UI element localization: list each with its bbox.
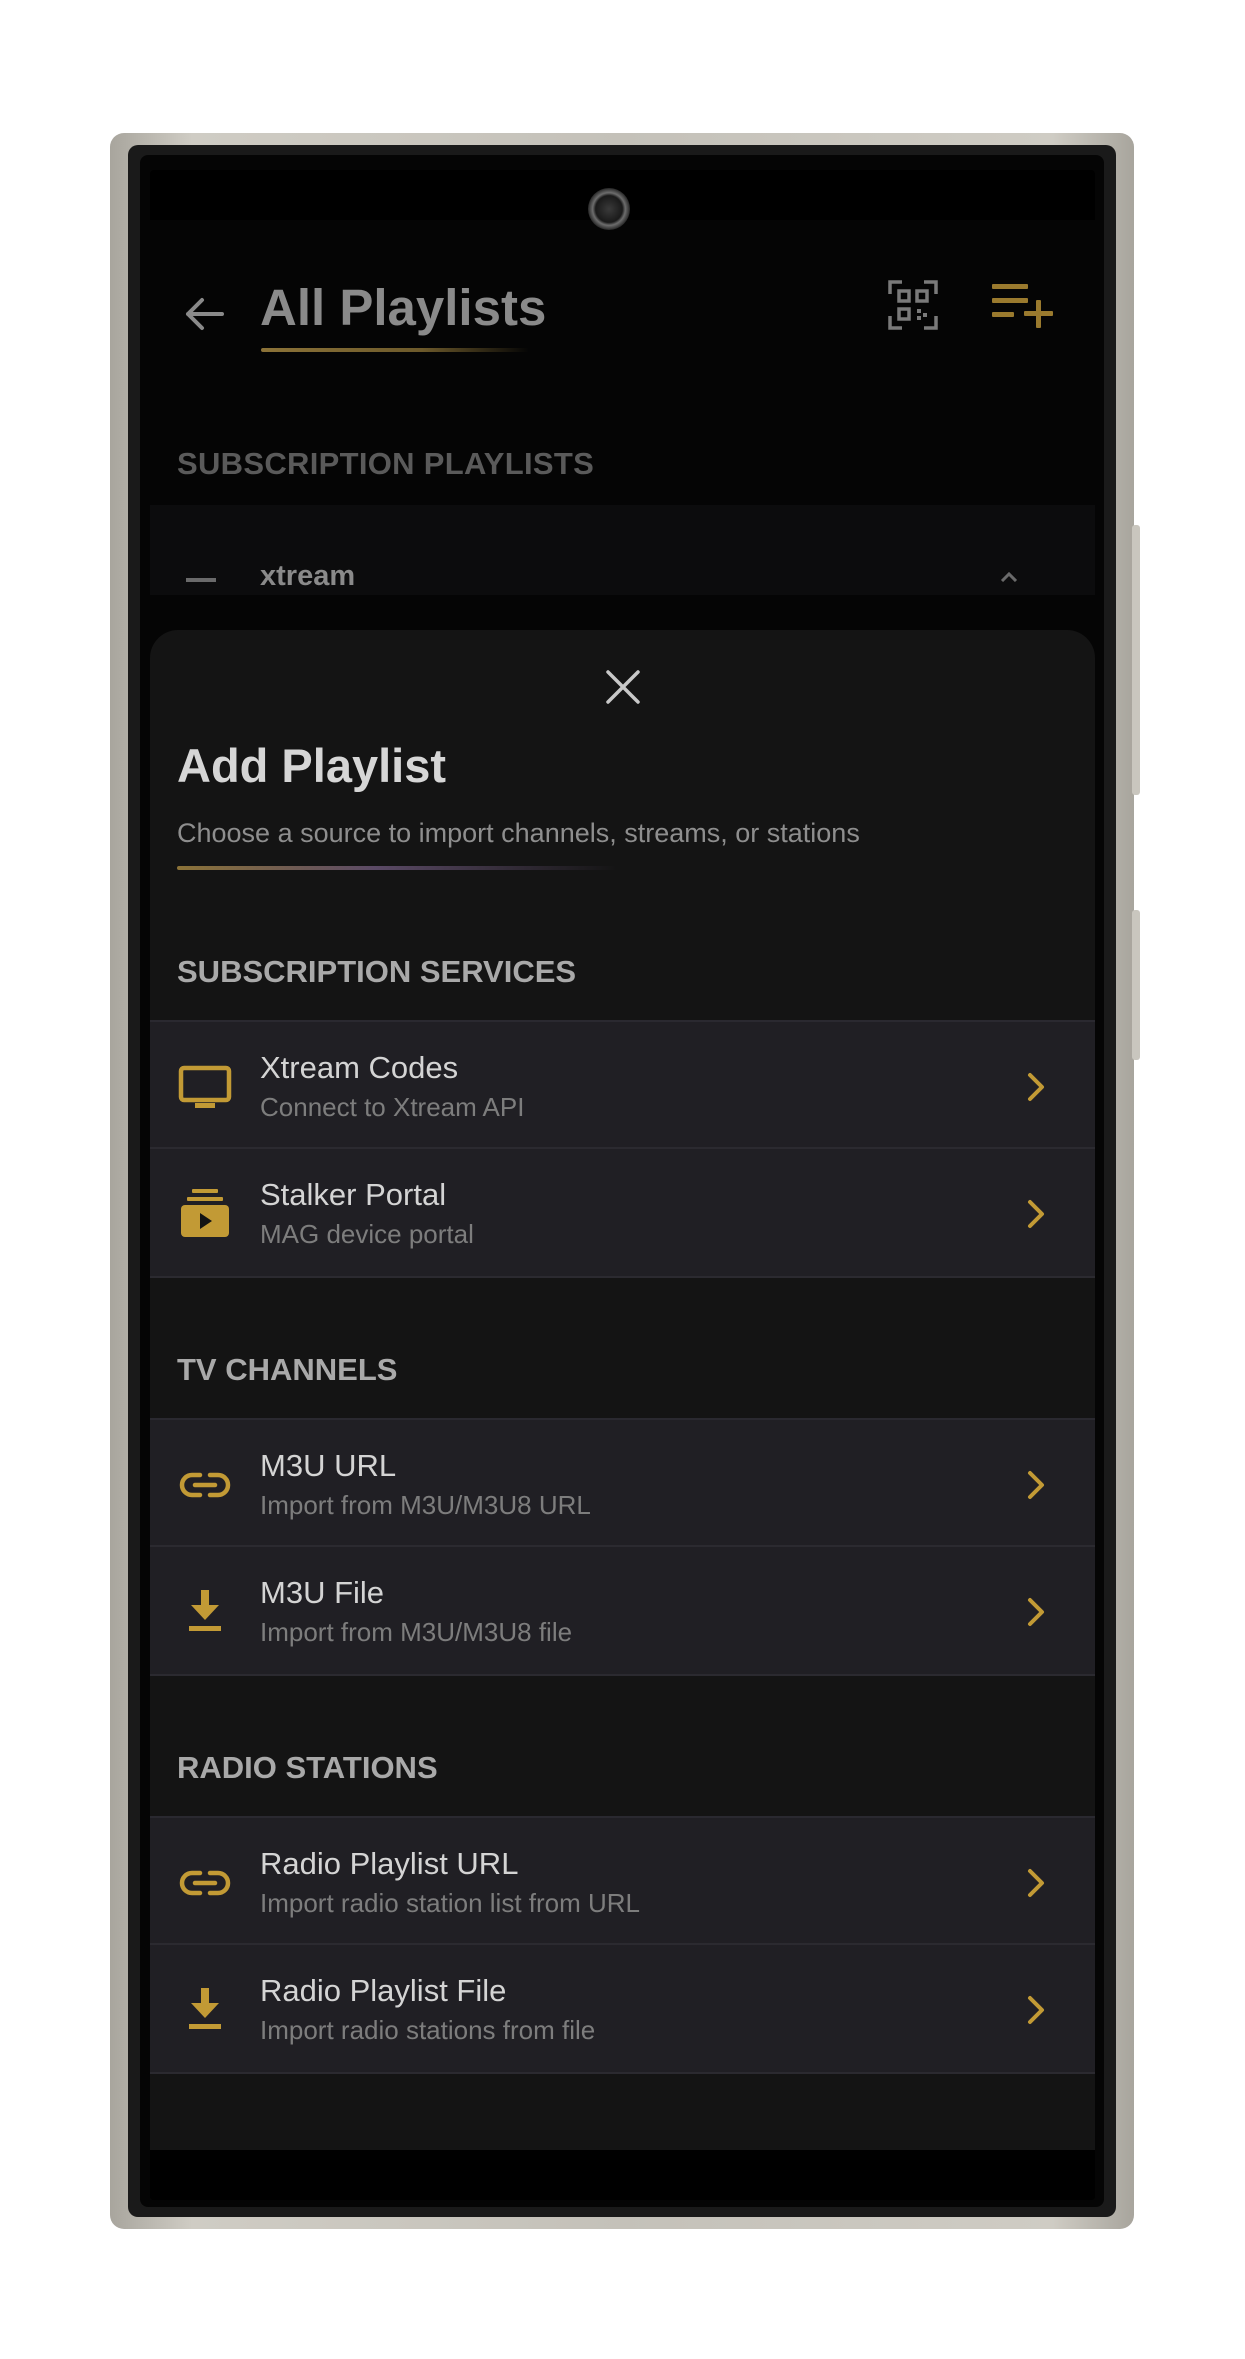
download-icon [189,1590,221,1631]
option-m3u-url[interactable]: M3U URL Import from M3U/M3U8 URL [150,1418,1095,1547]
all-playlists-screen: All Playlists SUBSCRIPTION PLAYLISTS xtr… [150,220,1095,2200]
drag-handle-icon [186,578,216,582]
section-title-radio-stations: RADIO STATIONS [177,1750,438,1785]
portal-icon [181,1189,229,1237]
chevron-up-icon [1000,572,1018,582]
option-m3u-file[interactable]: M3U File Import from M3U/M3U8 file [150,1547,1095,1676]
page-title: All Playlists [260,279,547,336]
qr-code-icon[interactable] [888,280,938,330]
close-icon[interactable] [596,660,650,714]
link-icon [179,1472,231,1498]
option-radio-playlist-file[interactable]: Radio Playlist File Import radio station… [150,1945,1095,2074]
download-icon [189,1988,221,2029]
option-subtitle: MAG device portal [260,1219,474,1249]
add-playlist-sheet: Add Playlist Choose a source to import c… [150,630,1095,2190]
power-button [1132,910,1140,1060]
option-subtitle: Import from M3U/M3U8 file [260,1617,573,1647]
option-subtitle: Connect to Xtream API [260,1092,525,1122]
chevron-right-icon [1028,1471,1044,1499]
navigation-bar [150,2150,1095,2200]
sheet-subtitle: Choose a source to import channels, stre… [177,818,860,848]
option-subtitle: Import from M3U/M3U8 URL [260,1490,591,1520]
option-title: M3U URL [260,1448,397,1483]
tv-icon [178,1065,232,1108]
option-title: Xtream Codes [260,1050,459,1085]
chevron-right-icon [1028,1200,1044,1228]
row-divider [150,2072,1095,2074]
playlist-add-icon[interactable] [992,282,1054,330]
back-arrow-icon[interactable] [182,292,226,336]
option-subtitle: Import radio station list from URL [260,1888,641,1918]
link-icon [179,1870,231,1896]
subscription-playlists-label: SUBSCRIPTION PLAYLISTS [177,446,595,481]
volume-button [1132,525,1140,795]
chevron-right-icon [1028,1073,1044,1101]
title-underline [261,348,529,352]
chevron-right-icon [1028,1869,1044,1897]
section-title-tv-channels: TV CHANNELS [177,1352,398,1387]
row-divider [150,1276,1095,1278]
option-subtitle: Import radio stations from file [260,2015,596,2045]
option-title: Stalker Portal [260,1177,447,1212]
option-title: Radio Playlist File [260,1973,507,2008]
phone-screen: All Playlists SUBSCRIPTION PLAYLISTS xtr… [150,170,1095,2200]
option-title: M3U File [260,1575,385,1610]
top-app-bar: All Playlists [150,220,1095,390]
chevron-right-icon [1028,1996,1044,2024]
section-title-subscription-services: SUBSCRIPTION SERVICES [177,954,577,989]
chevron-right-icon [1028,1598,1044,1626]
front-camera [588,188,630,230]
sheet-accent-line [177,866,617,870]
option-stalker-portal[interactable]: Stalker Portal MAG device portal [150,1149,1095,1278]
sheet-title: Add Playlist [177,739,447,792]
row-divider [150,1674,1095,1676]
option-xtream-codes[interactable]: Xtream Codes Connect to Xtream API [150,1020,1095,1149]
playlist-item-name: xtream [260,560,356,592]
option-title: Radio Playlist URL [260,1846,519,1881]
option-radio-playlist-url[interactable]: Radio Playlist URL Import radio station … [150,1816,1095,1945]
